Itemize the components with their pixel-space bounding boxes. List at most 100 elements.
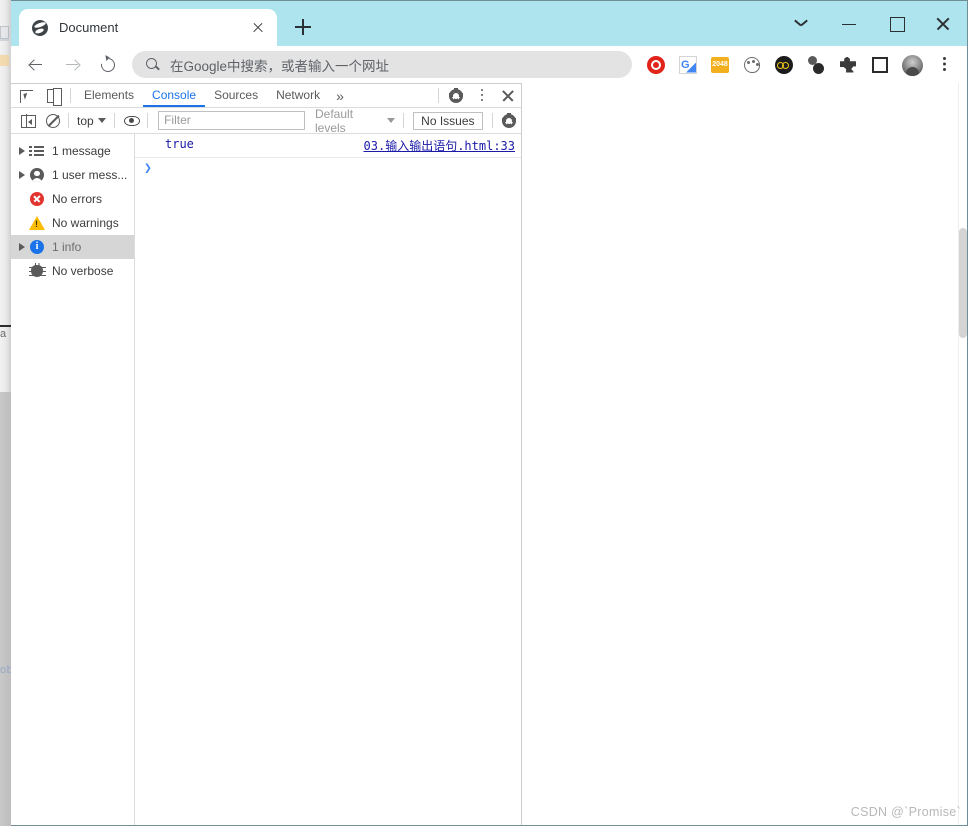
sidebar-item-info[interactable]: i 1 info: [11, 235, 134, 259]
devtools-tab-bar: Elements Console Sources Network »: [11, 84, 521, 108]
molecule-icon[interactable]: [803, 52, 829, 78]
console-body: 1 message 1 user mess... No errors No wa…: [11, 134, 521, 825]
avatar[interactable]: [899, 52, 925, 78]
background-artifact-3: [0, 38, 9, 41]
page-viewport[interactable]: CSDN @`Promise`: [523, 83, 967, 825]
palette-icon[interactable]: [739, 52, 765, 78]
reload-button[interactable]: [93, 50, 123, 80]
tab-title: Document: [59, 20, 119, 35]
page-scrollbar-track[interactable]: [958, 83, 967, 825]
molecule-glyph: [807, 55, 825, 74]
sidebar-item-messages[interactable]: 1 message: [11, 139, 134, 163]
forward-button[interactable]: [57, 50, 87, 80]
console-filter-bar: top Filter Default levels No Issues: [11, 107, 521, 135]
minimize-window-icon[interactable]: [826, 9, 873, 39]
expand-triangle-icon[interactable]: [15, 171, 28, 179]
browser-window: Document 在Google中搜索，或者输入一个网址 G 2048 Elem…: [11, 0, 968, 826]
tab-network[interactable]: Network: [267, 84, 329, 107]
sidebar-item-warnings[interactable]: No warnings: [11, 211, 134, 235]
tab-console[interactable]: Console: [143, 84, 206, 107]
console-sidebar-toggle-icon[interactable]: [15, 110, 40, 132]
page-scrollbar-thumb[interactable]: [959, 228, 967, 338]
new-tab-button[interactable]: [289, 13, 317, 41]
sidebar-item-verbose[interactable]: No verbose: [11, 259, 134, 283]
background-artifact-2: [0, 55, 9, 66]
expand-triangle-icon[interactable]: [15, 243, 28, 251]
console-message-row[interactable]: true 03.输入输出语句.html:33: [135, 134, 521, 158]
info-icon: i: [28, 239, 46, 255]
divider: [70, 88, 71, 103]
square-icon[interactable]: [867, 52, 893, 78]
globe-icon: [32, 19, 48, 36]
divider: [147, 113, 149, 128]
divider: [113, 113, 115, 128]
sidebar-item-user-messages[interactable]: 1 user mess...: [11, 163, 134, 187]
console-prompt[interactable]: ❯: [135, 158, 521, 178]
clear-console-icon[interactable]: [40, 110, 65, 132]
puzzle-icon[interactable]: [835, 52, 861, 78]
clear-glyph: [45, 113, 60, 128]
reload-icon: [98, 54, 118, 75]
list-icon: [28, 143, 46, 159]
js-context-selector[interactable]: top: [73, 114, 110, 128]
gear-center: [453, 92, 459, 99]
close-window-icon[interactable]: [920, 9, 967, 39]
game-2048-icon[interactable]: 2048: [707, 52, 733, 78]
expand-triangle-icon[interactable]: [15, 147, 28, 155]
maximize-window-icon[interactable]: [873, 9, 920, 39]
device-glyph: [47, 88, 62, 106]
sidebar-item-label: 1 message: [52, 144, 111, 158]
console-message-source-link[interactable]: 03.输入输出语句.html:33: [364, 137, 515, 154]
address-bar[interactable]: 在Google中搜索，或者输入一个网址: [132, 51, 632, 78]
more-tabs-icon[interactable]: »: [329, 85, 351, 107]
sidebar-item-label: 1 info: [52, 240, 82, 254]
bug-icon: [28, 263, 46, 279]
sidebar-item-label: 1 user mess...: [52, 168, 128, 182]
devtools-kebab-icon[interactable]: [469, 85, 495, 107]
game-2048-glyph: 2048: [711, 56, 729, 73]
console-filter-input[interactable]: Filter: [158, 111, 305, 130]
background-divider: [0, 325, 11, 327]
browser-tab[interactable]: Document: [19, 9, 277, 46]
background-a-label: a: [0, 328, 7, 340]
translate-glyph: G: [679, 55, 697, 74]
tab-sources[interactable]: Sources: [205, 84, 267, 107]
devtools-panel: Elements Console Sources Network » top F…: [11, 83, 522, 825]
infinity-glyph: [775, 55, 793, 74]
sidebar-item-label: No warnings: [52, 216, 119, 230]
sidebar-item-errors[interactable]: No errors: [11, 187, 134, 211]
inspect-element-icon[interactable]: [14, 85, 40, 107]
close-devtools-icon[interactable]: [495, 85, 521, 107]
log-levels-dropdown[interactable]: Default levels: [311, 107, 399, 135]
divider: [403, 113, 405, 128]
chevron-down-icon: [387, 118, 396, 123]
infinity-icon[interactable]: [771, 52, 797, 78]
back-button[interactable]: [21, 50, 51, 80]
watermark: CSDN @`Promise`: [850, 805, 961, 819]
adblock-icon[interactable]: [643, 52, 669, 78]
settings-gear-icon[interactable]: [443, 85, 469, 107]
arrow-left-icon: [30, 59, 42, 71]
console-settings-gear-icon[interactable]: [496, 110, 521, 132]
issues-button[interactable]: No Issues: [413, 111, 483, 130]
address-bar-placeholder: 在Google中搜索，或者输入一个网址: [170, 58, 390, 74]
close-tab-icon[interactable]: [248, 18, 268, 38]
kebab-menu-icon[interactable]: [931, 52, 957, 78]
google-translate-icon[interactable]: G: [675, 52, 701, 78]
background-lower-shade: [0, 392, 11, 826]
tab-search-icon[interactable]: [779, 9, 826, 39]
inspect-glyph: [20, 89, 33, 103]
avatar-glyph: [902, 54, 923, 76]
console-message-value: true: [165, 137, 194, 151]
device-toolbar-icon[interactable]: [40, 85, 66, 107]
log-levels-value: Default levels: [315, 106, 354, 135]
console-output[interactable]: true 03.输入输出语句.html:33 ❯: [135, 134, 521, 825]
puzzle-glyph: [840, 56, 856, 73]
live-expression-eye-icon[interactable]: [119, 110, 144, 132]
tab-strip: Document: [11, 1, 967, 46]
sidebar-toggle-glyph: [21, 114, 36, 128]
palette-glyph: [744, 56, 760, 73]
tab-elements[interactable]: Elements: [75, 84, 143, 107]
eye-glyph: [123, 115, 140, 126]
warning-icon: [28, 215, 46, 231]
